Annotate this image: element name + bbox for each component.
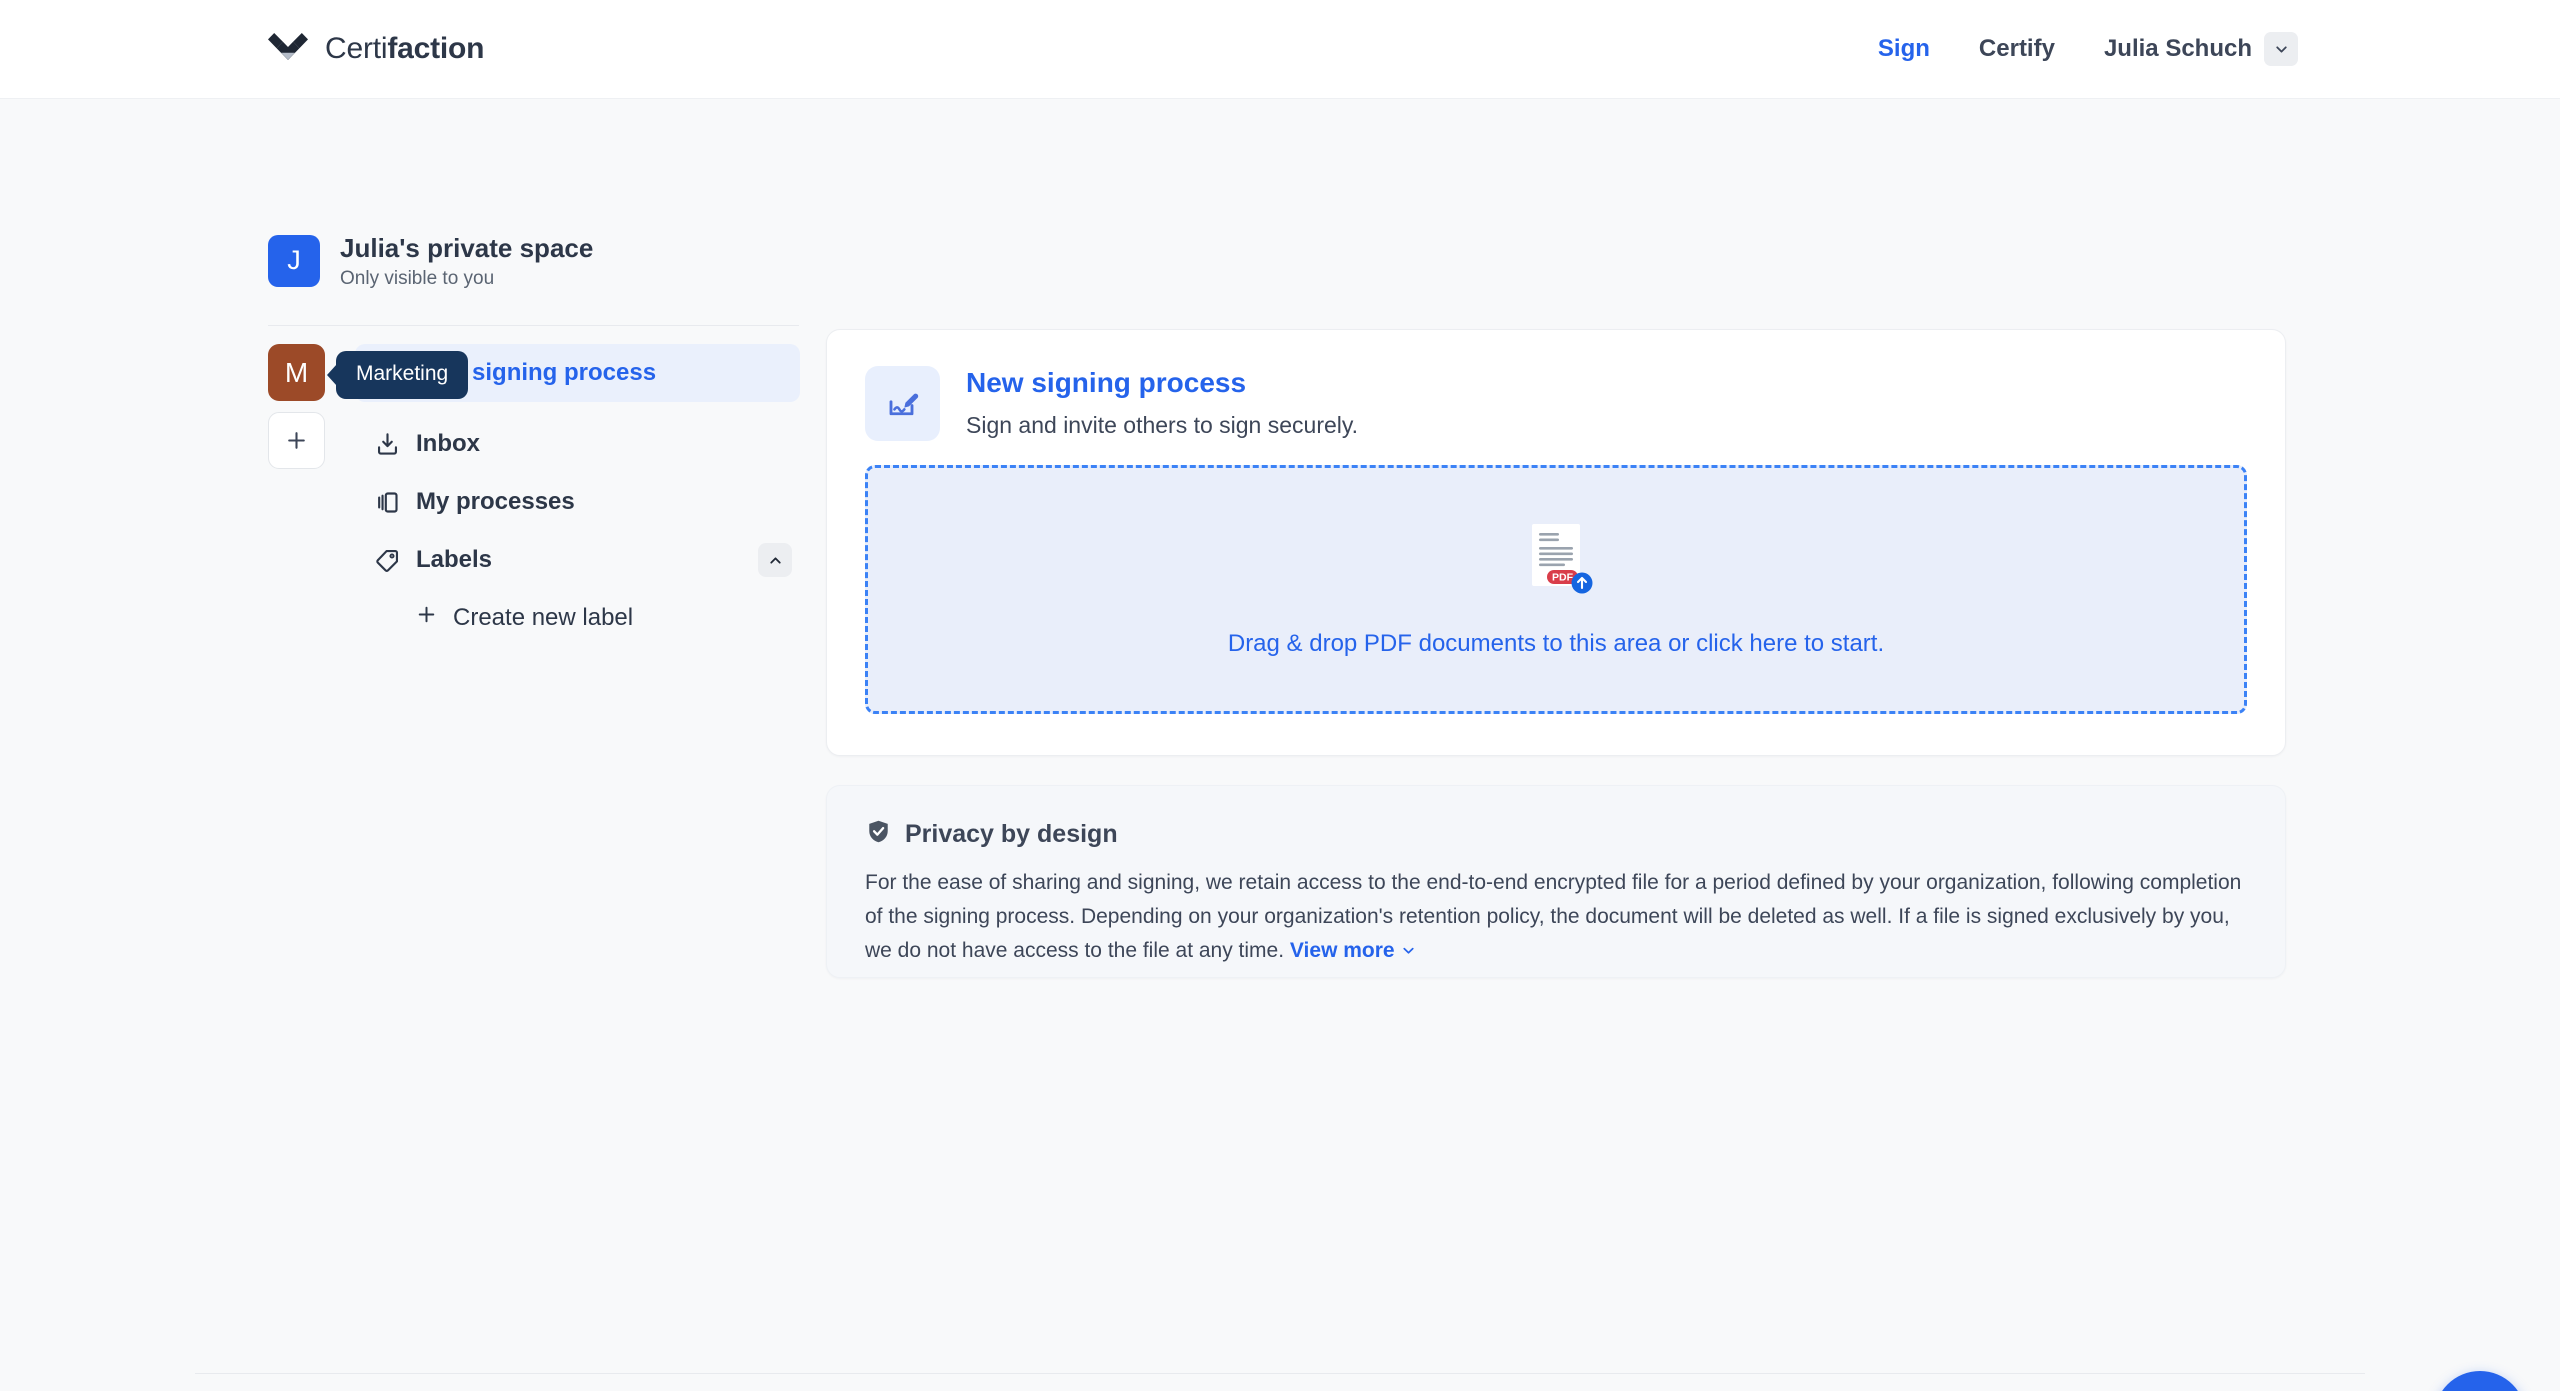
view-more-label: View more	[1289, 939, 1395, 963]
create-new-label-button[interactable]: Create new label	[355, 589, 800, 647]
view-more-link[interactable]: View more	[1290, 939, 1418, 962]
pdf-upload-illustration: PDF	[1508, 521, 1604, 610]
user-menu-button[interactable]: Julia Schuch	[2104, 32, 2298, 66]
plus-icon	[414, 602, 439, 634]
intercom-chat-button[interactable]	[2434, 1371, 2526, 1391]
nav-link-sign[interactable]: Sign	[1878, 35, 1930, 63]
sidebar-item-label: My processes	[416, 488, 575, 515]
sidebar-item-inbox[interactable]: Inbox	[355, 415, 800, 473]
pdf-dropzone[interactable]: PDF Drag & drop PDF documents to this ar…	[865, 465, 2247, 714]
documents-stack-icon	[373, 488, 401, 516]
create-new-label-text: Create new label	[453, 604, 634, 631]
brand-name-bold: faction	[387, 32, 485, 65]
sidebar-item-label: Inbox	[416, 430, 480, 457]
workspace-subtitle: Only visible to you	[340, 267, 495, 289]
privacy-header: Privacy by design	[827, 786, 2285, 850]
inbox-download-icon	[373, 430, 401, 458]
main-navigation: Sign Certify Julia Schuch	[1878, 32, 2298, 66]
chevron-down-icon[interactable]	[2264, 32, 2298, 66]
privacy-title: Privacy by design	[905, 819, 1118, 848]
sidebar-item-label: Labels	[416, 546, 493, 573]
brand-logo-link[interactable]: Certifaction	[268, 32, 484, 66]
card-title: New signing process	[966, 367, 1247, 398]
card-header: New signing process Sign and invite othe…	[827, 330, 2285, 441]
brand-name-light: Certi	[325, 32, 388, 65]
card-subtitle: Sign and invite others to sign securely.	[966, 411, 1359, 438]
chevron-down-icon	[1403, 947, 1415, 954]
label-avatar-marketing[interactable]: M	[268, 344, 325, 401]
user-menu-label: Julia Schuch	[2103, 35, 2252, 62]
privacy-body: For the ease of sharing and signing, we …	[827, 850, 2285, 968]
sidebar-divider	[268, 325, 799, 326]
new-signing-process-card: New signing process Sign and invite othe…	[826, 329, 2286, 756]
add-label-button[interactable]	[268, 412, 325, 469]
label-tooltip-marketing: Marketing	[336, 351, 469, 399]
sidebar-item-my-processes[interactable]: My processes	[355, 473, 800, 531]
signature-pen-icon	[865, 366, 940, 441]
page-body: J Julia's private space Only visible to …	[0, 99, 2560, 1391]
workspace-header: J Julia's private space Only visible to …	[268, 232, 593, 290]
svg-text:PDF: PDF	[1552, 572, 1574, 584]
privacy-body-text: For the ease of sharing and signing, we …	[865, 871, 2242, 963]
privacy-by-design-card: Privacy by design For the ease of sharin…	[826, 785, 2286, 978]
certifaction-logo-icon	[268, 32, 308, 66]
sidebar-item-labels[interactable]: Labels	[355, 531, 800, 589]
app-header: Certifaction Sign Certify Julia Schuch	[0, 0, 2560, 99]
workspace-title: Julia's private space	[340, 233, 594, 263]
dropzone-text: Drag & drop PDF documents to this area o…	[1227, 630, 1885, 657]
chevron-up-icon[interactable]	[758, 543, 792, 577]
shield-check-icon	[865, 818, 892, 850]
brand-name: Certifaction	[325, 32, 484, 66]
footer-divider	[195, 1373, 2365, 1374]
label-rail: M	[268, 344, 326, 469]
nav-link-certify[interactable]: Certify	[1979, 35, 2055, 63]
workspace-avatar: J	[268, 234, 320, 287]
tag-icon	[373, 546, 401, 574]
